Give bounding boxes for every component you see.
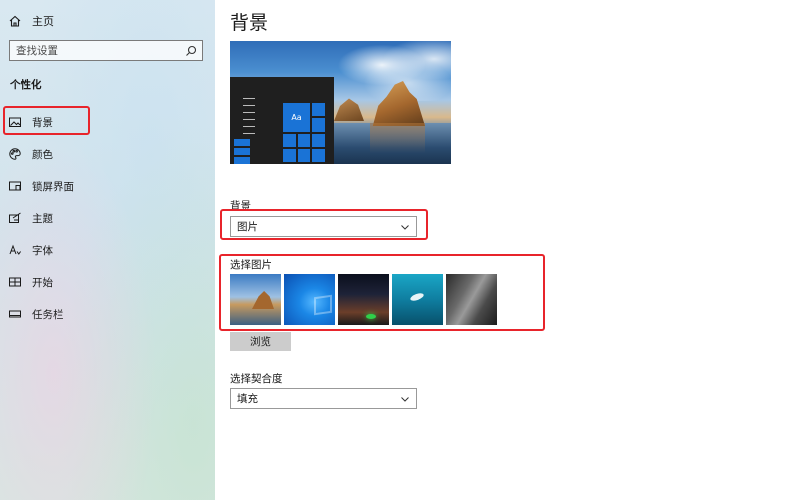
chevron-down-icon — [400, 394, 410, 404]
home-icon — [8, 14, 22, 28]
home-link[interactable]: 主页 — [8, 12, 54, 30]
picture-thumbnail[interactable] — [446, 274, 497, 325]
fit-value: 填充 — [237, 393, 258, 405]
sidebar-item-themes[interactable]: 主题 — [8, 208, 53, 228]
sidebar-item-taskbar[interactable]: 任务栏 — [8, 304, 64, 324]
sidebar-item-label: 背景 — [32, 116, 53, 129]
sidebar-item-label: 颜色 — [32, 148, 53, 161]
sidebar-item-label: 开始 — [32, 276, 53, 289]
picture-thumbnail[interactable] — [338, 274, 389, 325]
home-label: 主页 — [32, 15, 54, 28]
palette-icon — [8, 147, 22, 161]
browse-button[interactable]: 浏览 — [230, 332, 291, 351]
background-type-value: 图片 — [237, 221, 258, 233]
theme-icon — [8, 211, 22, 225]
search-input[interactable] — [16, 44, 184, 57]
picture-thumbnail[interactable] — [284, 274, 335, 325]
picture-thumbnail[interactable] — [392, 274, 443, 325]
search-box[interactable] — [9, 40, 203, 61]
sidebar-item-lockscreen[interactable]: 锁屏界面 — [8, 176, 74, 196]
search-icon[interactable] — [184, 44, 198, 58]
sidebar-item-fonts[interactable]: 字体 — [8, 240, 53, 260]
start-menu-preview: Aa — [230, 77, 334, 164]
settings-sidebar: 主页 个性化 背景 颜色 锁屏界面 主题 字体 — [0, 0, 215, 500]
picture-thumbnail[interactable] — [230, 274, 281, 325]
background-label: 背景 — [230, 200, 251, 212]
background-type-dropdown[interactable]: 图片 — [230, 216, 417, 237]
chevron-down-icon — [400, 222, 410, 232]
sidebar-item-label: 主题 — [32, 212, 53, 225]
section-title: 个性化 — [10, 79, 42, 91]
picture-thumbnails — [230, 274, 497, 325]
start-icon — [8, 275, 22, 289]
preview-tile-text: Aa — [283, 103, 310, 132]
page-title: 背景 — [230, 12, 269, 34]
sidebar-item-label: 任务栏 — [32, 308, 64, 321]
choose-picture-label: 选择图片 — [230, 259, 272, 271]
lockscreen-icon — [8, 179, 22, 193]
taskbar-icon — [8, 307, 22, 321]
sidebar-item-label: 字体 — [32, 244, 53, 257]
image-icon — [8, 115, 22, 129]
font-icon — [8, 243, 22, 257]
sidebar-item-label: 锁屏界面 — [32, 180, 74, 193]
desktop-preview: Aa — [230, 41, 451, 164]
sidebar-item-start[interactable]: 开始 — [8, 272, 53, 292]
main-content: 背景 Aa 背景 图片 选择图片 浏览 选择契合度 填充 — [215, 0, 796, 500]
fit-label: 选择契合度 — [230, 373, 283, 385]
sidebar-item-background[interactable]: 背景 — [8, 112, 53, 132]
sidebar-item-colors[interactable]: 颜色 — [8, 144, 53, 164]
fit-dropdown[interactable]: 填充 — [230, 388, 417, 409]
